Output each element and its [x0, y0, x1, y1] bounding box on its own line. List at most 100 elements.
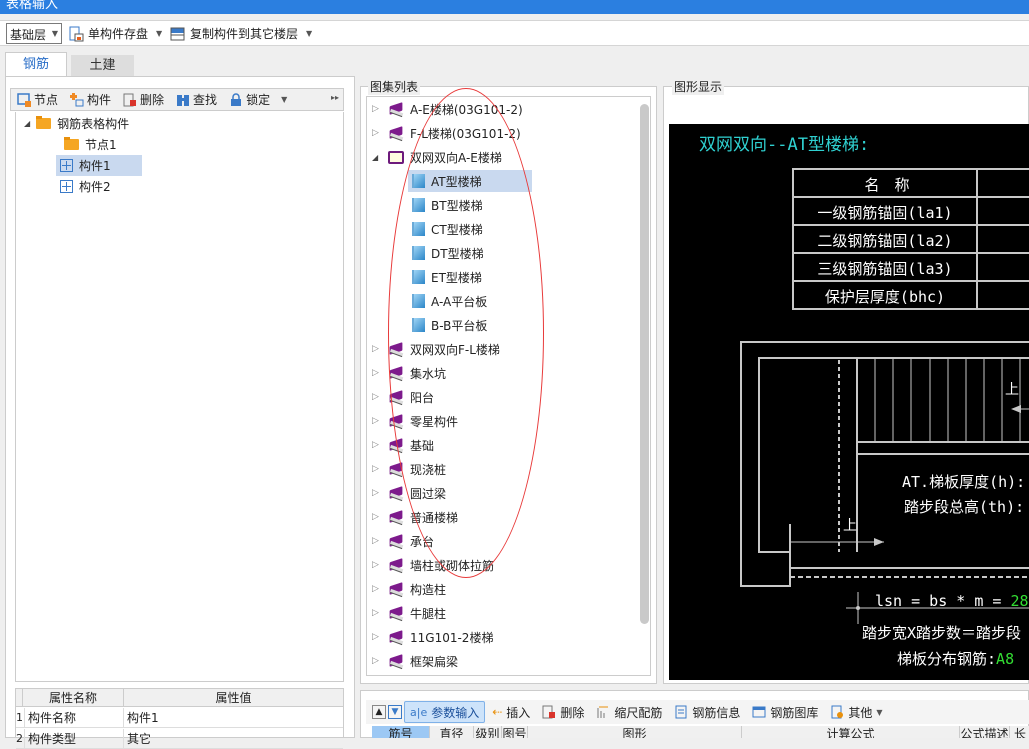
atlas-item[interactable]: B-B平台板 [408, 314, 491, 336]
atlas-item-label: 普通楼梯 [410, 510, 459, 525]
atlas-item[interactable]: ▷ 普通楼梯 [372, 506, 458, 528]
property-row[interactable]: 2 构件类型 其它 [16, 729, 343, 749]
rebar-info-button[interactable]: 钢筋信息 [669, 701, 745, 723]
col-grade[interactable]: 级别 [474, 726, 502, 738]
atlas-item[interactable]: AT型楼梯 [408, 170, 532, 192]
delete-button[interactable]: 删除 [117, 89, 170, 110]
property-value[interactable]: 其它 [124, 729, 343, 749]
property-value[interactable]: 构件1 [124, 708, 343, 728]
expand-icon[interactable]: ▷ [372, 104, 382, 114]
rebar-library-button[interactable]: 钢筋图库 [747, 701, 823, 723]
atlas-item-label: BT型楼梯 [431, 198, 483, 213]
properties-header: 属性名称 属性值 [16, 689, 343, 707]
atlas-item[interactable]: ▷ 零星构件 [372, 410, 458, 432]
delete-rebar-button[interactable]: 删除 [537, 701, 589, 723]
atlas-item[interactable]: ▷ F-L楼梯(03G101-2) [372, 122, 521, 144]
expand-icon[interactable]: ▷ [372, 488, 382, 498]
tab-civil[interactable]: 土建 [71, 55, 134, 76]
atlas-item[interactable]: ▷ 阳台 [372, 386, 434, 408]
atlas-item[interactable]: ▷ 集水坑 [372, 362, 446, 384]
atlas-item[interactable]: ▷ 基础 [372, 434, 434, 456]
floor-select[interactable]: 基础层 ▼ [6, 23, 62, 44]
atlas-item[interactable]: CT型楼梯 [408, 218, 487, 240]
tree-item-label: 节点1 [85, 138, 117, 152]
tab-rebar[interactable]: 钢筋 [5, 52, 67, 76]
tree-item-component2[interactable]: 构件2 [56, 176, 115, 197]
atlas-scrollbar[interactable] [640, 104, 649, 624]
up-label: 上 [1005, 382, 1019, 398]
collapse-icon[interactable]: ◢ [372, 153, 382, 162]
expand-icon[interactable]: ▷ [372, 392, 382, 402]
expand-icon[interactable]: ▷ [372, 656, 382, 666]
other-button[interactable]: 其他 ▼ [825, 701, 887, 723]
atlas-item[interactable]: ▷ 墙柱或砌体拉筋 [372, 554, 494, 576]
atlas-item-label: 双网双向A-E楼梯 [410, 150, 502, 165]
col-diameter[interactable]: 直径(mm) [430, 726, 474, 738]
copy-floor-icon [170, 27, 185, 40]
binoculars-icon [177, 94, 190, 106]
expand-icon[interactable]: ▷ [372, 416, 382, 426]
atlas-item[interactable]: ▷ A-E楼梯(03G101-2) [372, 98, 523, 120]
expand-icon[interactable]: ▷ [372, 560, 382, 570]
book-icon [388, 103, 404, 115]
atlas-item[interactable]: ▷ 圆过梁 [372, 482, 446, 504]
atlas-item[interactable]: ▷ 11G101-2楼梯 [372, 626, 493, 648]
expand-icon[interactable]: ▷ [372, 128, 382, 138]
table-row-la1: 一级钢筋锚固(la1) [817, 204, 952, 222]
book-icon [388, 367, 404, 379]
atlas-item[interactable]: ▷ 框架扁梁 [372, 650, 458, 672]
insert-button[interactable]: ⇠ 插入 [487, 701, 535, 723]
collapse-icon[interactable]: ◢ [24, 119, 30, 128]
atlas-item[interactable]: ▷ 牛腿柱 [372, 602, 446, 624]
drawing-title: 双网双向--AT型楼梯: [699, 135, 869, 155]
atlas-item[interactable]: ▷ 构造柱 [372, 578, 446, 600]
document-icon [675, 705, 687, 719]
col-length[interactable]: 长 [1010, 726, 1029, 738]
col-bar-no[interactable]: 筋号 [372, 726, 430, 738]
delete-icon [123, 93, 137, 106]
tree-root[interactable]: ◢ 钢筋表格构件 [24, 113, 129, 134]
col-formula[interactable]: 计算公式 [742, 726, 960, 738]
col-shape[interactable]: 图形 [528, 726, 742, 738]
expand-icon[interactable]: ▷ [372, 512, 382, 522]
component-icon [60, 180, 73, 193]
move-down-icon[interactable]: ▼ [388, 705, 402, 719]
toolbar-overflow-icon[interactable]: ▸▸ [331, 93, 339, 102]
atlas-item[interactable]: ◢ 双网双向A-E楼梯 [372, 146, 502, 168]
move-up-icon[interactable]: ▲ [372, 705, 386, 719]
add-node-button[interactable]: 节点 [11, 89, 64, 110]
col-figure-no[interactable]: 图号 [502, 726, 528, 738]
col-formula-desc[interactable]: 公式描述 [960, 726, 1010, 738]
book-icon [388, 535, 404, 547]
atlas-item[interactable]: DT型楼梯 [408, 242, 488, 264]
atlas-item[interactable]: ▷ 承台 [372, 530, 434, 552]
atlas-item[interactable]: ▷ 现浇桩 [372, 458, 446, 480]
expand-icon[interactable]: ▷ [372, 632, 382, 642]
add-component-button[interactable]: 构件 [64, 89, 117, 110]
copy-to-floor-button[interactable]: 复制构件到其它楼层 ▼ [166, 23, 316, 44]
property-row[interactable]: 1 构件名称 构件1 [16, 708, 343, 728]
atlas-item[interactable]: ▷ 双网双向F-L楼梯 [372, 338, 500, 360]
save-single-component-button[interactable]: 单构件存盘 ▼ [64, 23, 166, 44]
atlas-item[interactable]: A-A平台板 [408, 290, 491, 312]
expand-icon[interactable]: ▷ [372, 440, 382, 450]
lock-button[interactable]: 锁定 ▼ [223, 89, 293, 110]
tree-item-label: 构件2 [79, 180, 111, 194]
library-icon [752, 706, 766, 718]
expand-icon[interactable]: ▷ [372, 608, 382, 618]
expand-icon[interactable]: ▷ [372, 536, 382, 546]
expand-icon[interactable]: ▷ [372, 464, 382, 474]
param-input-button[interactable]: a|e 参数输入 [404, 701, 486, 723]
drawing-canvas[interactable]: 双网双向--AT型楼梯: 名 称 一级钢筋锚固(la1) 二级钢筋锚固(la2)… [669, 124, 1029, 680]
delete-label: 删除 [140, 93, 165, 107]
expand-icon[interactable]: ▷ [372, 368, 382, 378]
rebar-info-label: 钢筋信息 [692, 705, 741, 720]
expand-icon[interactable]: ▷ [372, 344, 382, 354]
atlas-item[interactable]: BT型楼梯 [408, 194, 487, 216]
find-button[interactable]: 查找 [170, 89, 223, 110]
atlas-item[interactable]: ET型楼梯 [408, 266, 486, 288]
scale-rebar-button[interactable]: 缩尺配筋 [591, 701, 667, 723]
tree-item-component1[interactable]: 构件1 [56, 155, 142, 176]
tree-item-node1[interactable]: 节点1 [60, 134, 121, 155]
expand-icon[interactable]: ▷ [372, 584, 382, 594]
